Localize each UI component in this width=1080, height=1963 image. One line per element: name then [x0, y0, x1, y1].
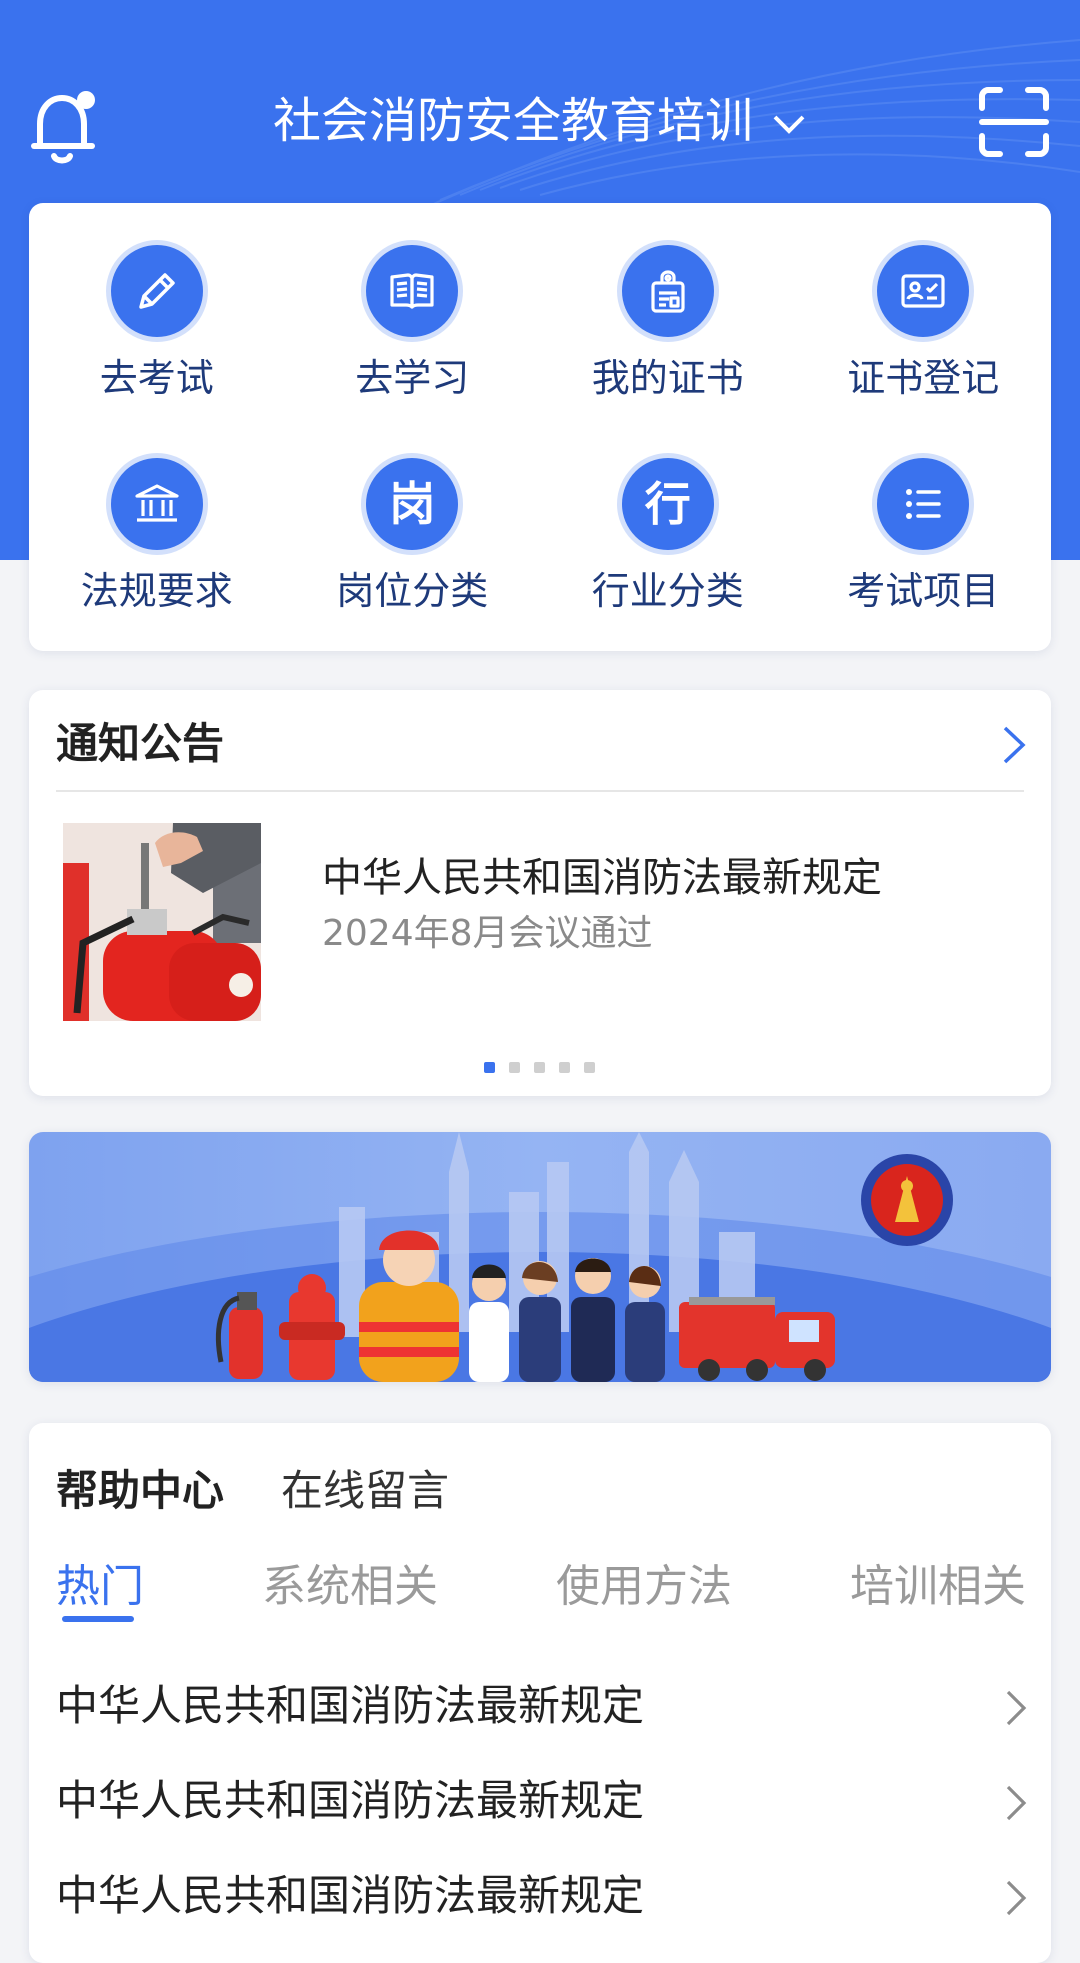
menu-item-label: 行业分类 — [591, 569, 744, 613]
help-question-item[interactable]: 中华人民共和国消防法最新规定 — [56, 1676, 1029, 1736]
notice-card: 通知公告 中华人民共和国消防法最新规定 2024年8月会议通过 — [29, 690, 1051, 1096]
news-thumbnail[interactable] — [63, 823, 261, 1021]
chevron-right-icon — [1006, 1690, 1027, 1726]
institution-icon — [110, 458, 203, 550]
chevron-down-icon — [773, 115, 805, 134]
help-question-item[interactable]: 中华人民共和国消防法最新规定 — [56, 1866, 1029, 1926]
help-center-card: 帮助中心 在线留言 热门 系统相关 使用方法 培训相关 中华人民共和国消防法最新… — [29, 1423, 1051, 1963]
chevron-right-icon — [1006, 1880, 1027, 1916]
carousel-indicator — [484, 1062, 595, 1073]
help-question-text: 中华人民共和国消防法最新规定 — [56, 1776, 645, 1825]
scan-icon[interactable] — [978, 86, 1050, 158]
chevron-right-icon — [1006, 1785, 1027, 1821]
carousel-dot[interactable] — [534, 1062, 545, 1073]
tab-hot[interactable]: 热门 — [56, 1554, 144, 1620]
menu-item-label: 证书登记 — [847, 356, 1000, 400]
quick-menu-card: 去考试 去学习 我的证书 证书登记 法规要求 岗 岗位分类 行 行业分类 考试项… — [29, 203, 1051, 651]
carousel-dot[interactable] — [584, 1062, 595, 1073]
help-question-text: 中华人民共和国消防法最新规定 — [56, 1681, 645, 1730]
post-glyph: 岗 — [389, 477, 436, 531]
menu-item-cert-register[interactable]: 证书登记 — [796, 245, 1052, 458]
menu-item-study[interactable]: 去学习 — [285, 245, 541, 458]
menu-item-industry-category[interactable]: 行 行业分类 — [540, 458, 796, 671]
logo-seal — [861, 1154, 953, 1246]
chevron-right-icon[interactable] — [999, 724, 1029, 766]
menu-item-label: 法规要求 — [80, 569, 233, 613]
news-title[interactable]: 中华人民共和国消防法最新规定 — [322, 850, 882, 906]
menu-item-label: 岗位分类 — [336, 569, 489, 613]
divider — [56, 790, 1024, 792]
industry-glyph: 行 — [644, 477, 691, 531]
menu-item-regulations[interactable]: 法规要求 — [29, 458, 285, 671]
tab-training[interactable]: 培训相关 — [850, 1554, 1026, 1620]
help-center-heading[interactable]: 帮助中心 — [56, 1459, 224, 1523]
list-icon — [877, 458, 970, 550]
help-question-item[interactable]: 中华人民共和国消防法最新规定 — [56, 1771, 1029, 1831]
book-icon — [366, 245, 459, 337]
promo-banner[interactable] — [29, 1132, 1051, 1382]
menu-item-label: 我的证书 — [591, 356, 744, 400]
menu-item-post-category[interactable]: 岗 岗位分类 — [285, 458, 541, 671]
id-card-icon — [877, 245, 970, 337]
menu-item-my-certificate[interactable]: 我的证书 — [540, 245, 796, 458]
online-message-link[interactable]: 在线留言 — [281, 1459, 449, 1523]
news-subtitle: 2024年8月会议通过 — [322, 913, 653, 954]
badge-icon — [621, 245, 714, 337]
industry-glyph-icon: 行 — [621, 458, 714, 550]
fire-safety-illustration — [29, 1132, 1051, 1382]
post-glyph-icon: 岗 — [366, 458, 459, 550]
menu-item-exam[interactable]: 去考试 — [29, 245, 285, 458]
carousel-dot[interactable] — [559, 1062, 570, 1073]
help-tabs: 热门 系统相关 使用方法 培训相关 — [29, 1554, 1051, 1624]
carousel-dot-active[interactable] — [484, 1062, 495, 1073]
help-question-text: 中华人民共和国消防法最新规定 — [56, 1871, 645, 1920]
menu-item-label: 去考试 — [99, 356, 214, 400]
menu-item-label: 考试项目 — [847, 569, 1000, 613]
app-title: 社会消防安全教育培训 — [272, 93, 753, 149]
carousel-dot[interactable] — [509, 1062, 520, 1073]
active-tab-indicator — [62, 1616, 134, 1622]
tab-system[interactable]: 系统相关 — [262, 1554, 438, 1620]
menu-item-label: 去学习 — [355, 356, 470, 400]
pencil-icon — [110, 245, 203, 337]
app-title-selector[interactable]: 社会消防安全教育培训 — [0, 88, 1080, 154]
menu-item-exam-projects[interactable]: 考试项目 — [796, 458, 1052, 671]
tab-usage[interactable]: 使用方法 — [556, 1554, 732, 1620]
notice-heading: 通知公告 — [56, 719, 225, 768]
fire-extinguisher-image — [63, 823, 261, 1021]
